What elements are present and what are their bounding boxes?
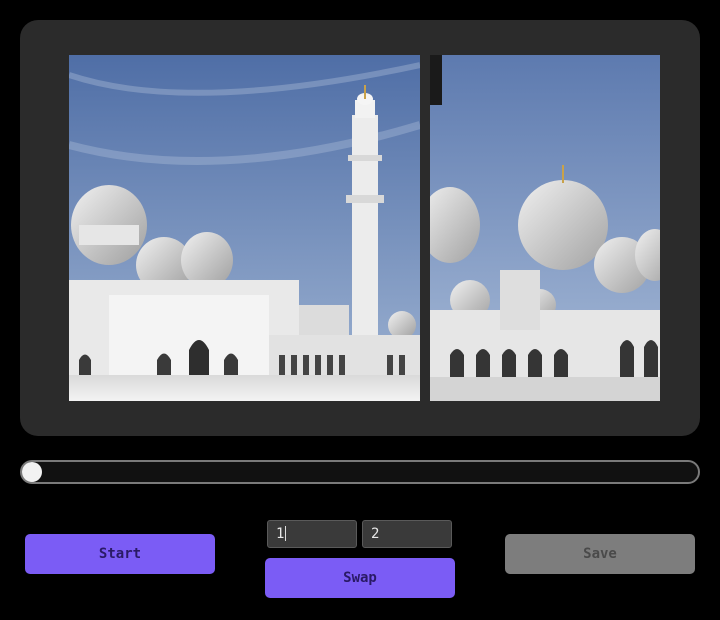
right-image	[430, 55, 660, 401]
image-viewer-panel	[20, 20, 700, 436]
index-a-value: 1	[276, 526, 285, 542]
index-b-value: 2	[371, 526, 380, 542]
start-button[interactable]: Start	[25, 534, 215, 574]
slider-handle[interactable]	[22, 462, 42, 482]
mosque-photo-right	[430, 55, 660, 401]
text-caret	[285, 526, 287, 541]
position-slider[interactable]	[20, 460, 700, 484]
swap-button[interactable]: Swap	[265, 558, 455, 598]
index-a-input[interactable]: 1	[267, 520, 357, 548]
mosque-photo-left	[69, 55, 420, 401]
save-button[interactable]: Save	[505, 534, 695, 574]
index-b-input[interactable]: 2	[362, 520, 452, 548]
left-image	[69, 55, 420, 401]
